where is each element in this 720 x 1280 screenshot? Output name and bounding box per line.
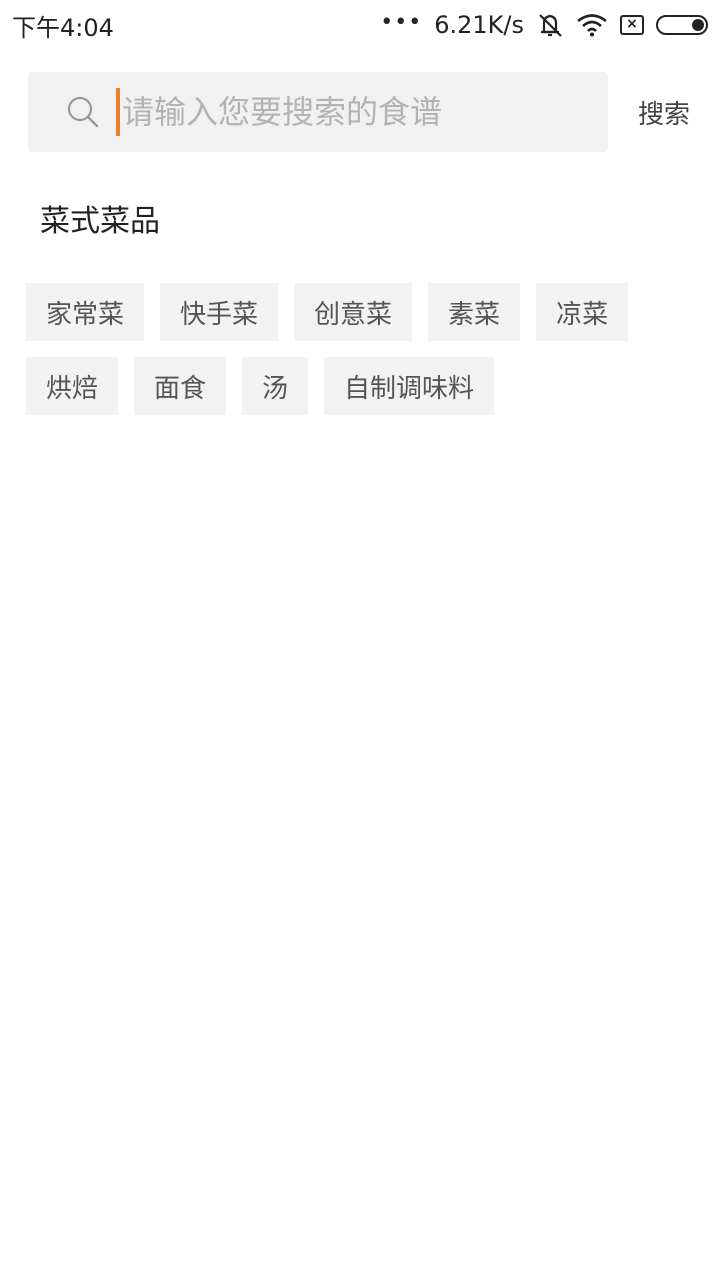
search-box[interactable]: [28, 72, 608, 152]
tag-item[interactable]: 汤: [242, 357, 309, 415]
status-icons: ••• 6.21K/s ×: [380, 9, 708, 39]
more-dots-icon: •••: [380, 9, 423, 35]
status-time: 下午4:04: [12, 13, 114, 42]
tag-item[interactable]: 素菜: [428, 283, 521, 341]
tag-item[interactable]: 快手菜: [160, 283, 279, 341]
search-icon: [66, 95, 100, 129]
search-button[interactable]: 搜索: [638, 94, 690, 131]
tag-item[interactable]: 烘焙: [26, 357, 119, 415]
section-title: 菜式菜品: [40, 204, 160, 239]
search-input[interactable]: [122, 93, 562, 131]
battery-icon: [656, 15, 708, 35]
status-bar: 下午4:04 ••• 6.21K/s ×: [0, 0, 720, 50]
sim-x-icon: ×: [620, 15, 644, 35]
mute-icon: [536, 12, 564, 38]
tag-item[interactable]: 创意菜: [294, 283, 413, 341]
tag-item[interactable]: 面食: [134, 357, 227, 415]
network-speed: 6.21K/s: [434, 11, 524, 39]
tag-list: 家常菜 快手菜 创意菜 素菜 凉菜 烘焙 面食 汤 自制调味料: [26, 283, 676, 415]
tag-item[interactable]: 凉菜: [536, 283, 629, 341]
wifi-icon: [576, 13, 608, 37]
text-cursor: [116, 88, 120, 136]
search-row: 搜索: [28, 72, 698, 152]
tag-item[interactable]: 自制调味料: [324, 357, 495, 415]
tag-item[interactable]: 家常菜: [26, 283, 145, 341]
